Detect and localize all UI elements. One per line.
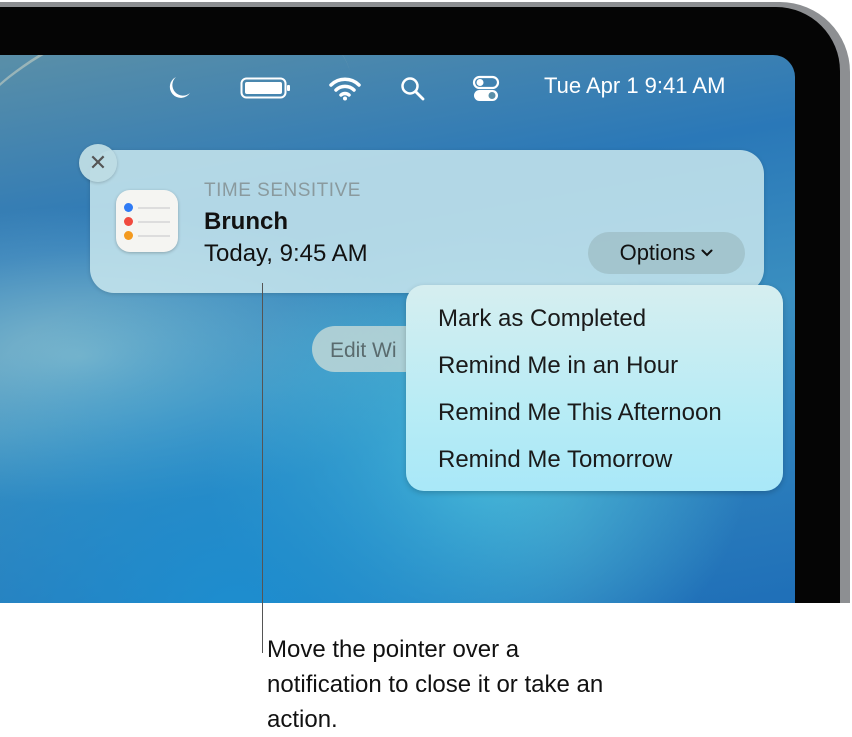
menu-item-remind-hour[interactable]: Remind Me in an Hour [438, 352, 678, 380]
notification-category: TIME SENSITIVE [204, 180, 361, 202]
close-icon: ✕ [89, 150, 107, 176]
options-button[interactable]: Options [588, 232, 745, 274]
battery-icon[interactable] [240, 76, 292, 100]
menu-item-remind-afternoon[interactable]: Remind Me This Afternoon [438, 399, 722, 427]
notification-banner[interactable]: TIME SENSITIVE Brunch Today, 9:45 AM Opt… [90, 150, 764, 293]
menu-item-mark-completed[interactable]: Mark as Completed [438, 305, 646, 333]
options-label: Options [620, 240, 696, 266]
chevron-down-icon [701, 249, 713, 257]
close-notification-button[interactable]: ✕ [79, 144, 117, 182]
menu-bar-clock[interactable]: Tue Apr 1 9:41 AM [544, 73, 725, 99]
notification-title: Brunch [204, 208, 288, 236]
options-menu: Mark as Completed Remind Me in an Hour R… [406, 285, 783, 491]
reminders-icon [116, 190, 178, 252]
wifi-icon[interactable] [328, 75, 362, 101]
notification-time: Today, 9:45 AM [204, 240, 368, 268]
control-center-icon[interactable] [472, 75, 500, 103]
moon-icon[interactable] [166, 75, 192, 101]
callout-text: Move the pointer over a notification to … [267, 632, 607, 737]
menu-bar: Tue Apr 1 9:41 AM [160, 70, 762, 104]
callout-leader-line [262, 283, 263, 653]
menu-item-remind-tomorrow[interactable]: Remind Me Tomorrow [438, 446, 672, 474]
search-icon[interactable] [400, 76, 426, 102]
